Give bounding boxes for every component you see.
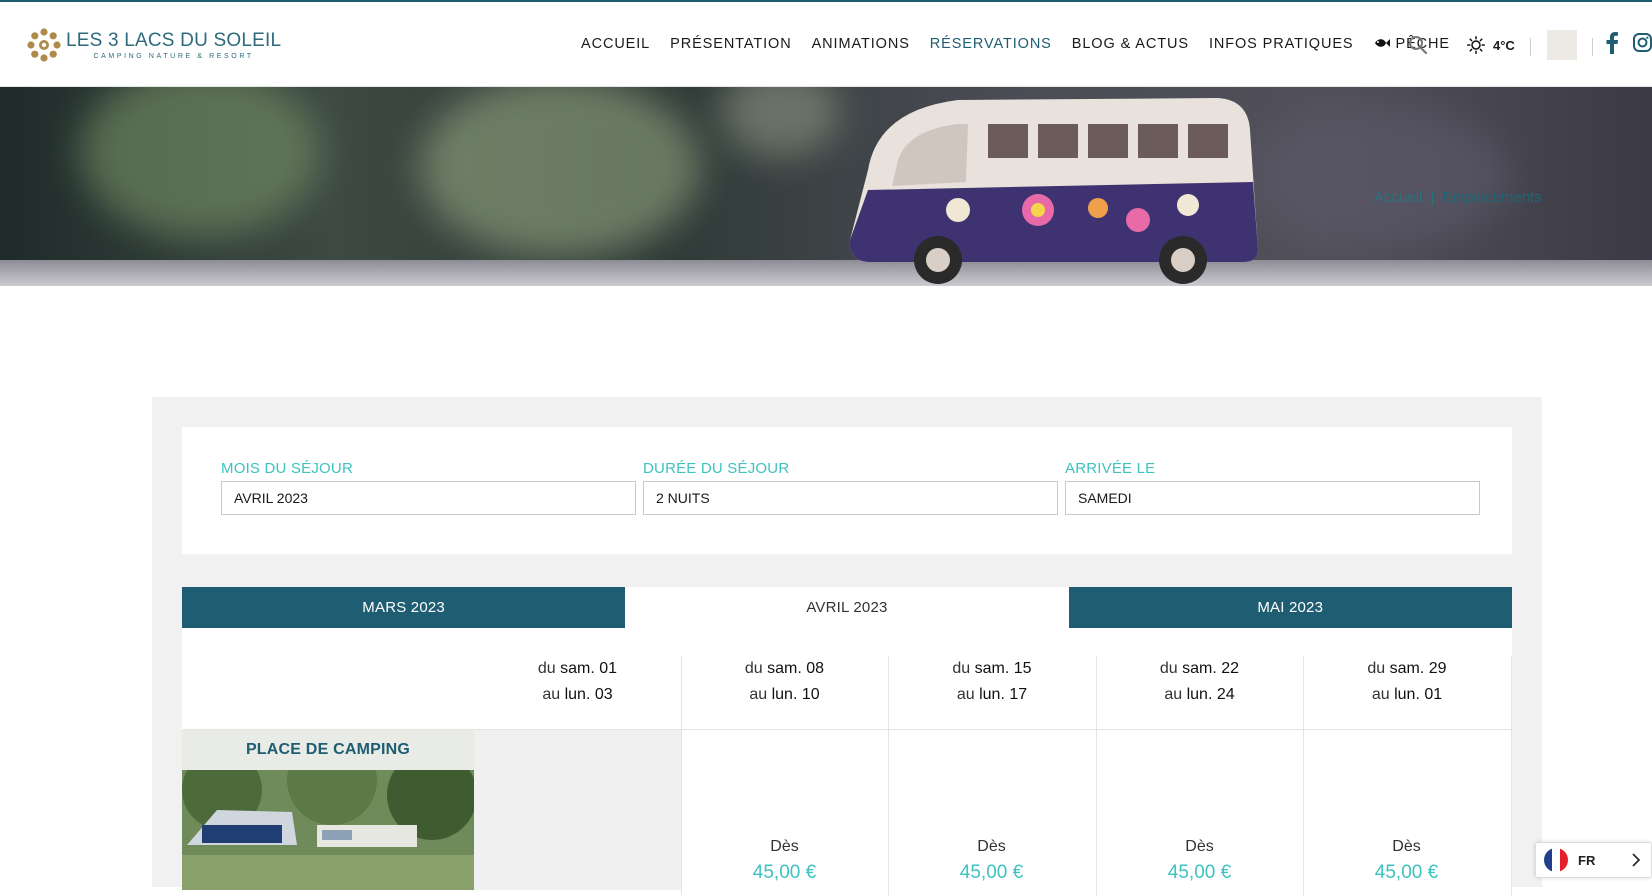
logo-subtitle: CAMPING NATURE & RESORT — [93, 53, 254, 60]
breadcrumb-separator: | — [1430, 189, 1435, 206]
filter-arrival-label: ARRIVÉE LE — [1065, 460, 1156, 477]
price-from-label: Dès — [1185, 838, 1214, 855]
sun-logo-icon — [27, 28, 61, 62]
tab-mars-2023[interactable]: MARS 2023 — [182, 587, 626, 628]
price-cell[interactable]: Dès 45,00 € — [1303, 838, 1510, 884]
month-tabs: MARS 2023 AVRIL 2023 MAI 2023 — [182, 587, 1512, 628]
facebook-icon[interactable] — [1605, 32, 1619, 54]
hero-bokeh — [420, 87, 700, 257]
weather-temperature: 4°C — [1493, 37, 1515, 53]
price-amount: 45,00 € — [1374, 862, 1439, 883]
period-header: du sam. 22 au lun. 24 — [1159, 660, 1240, 703]
filter-month: MOIS DU SÉJOUR AVRIL 2023 — [221, 460, 636, 515]
tab-avril-2023[interactable]: AVRIL 2023 — [625, 587, 1069, 628]
price-amount: 45,00 € — [1167, 862, 1232, 883]
hero-bokeh — [720, 87, 840, 157]
price-amount: 45,00 € — [959, 862, 1024, 883]
grid-divider — [1511, 656, 1512, 896]
weather-widget: 4°C — [1467, 36, 1515, 54]
price-from-label: Dès — [1392, 838, 1421, 855]
filter-month-label: MOIS DU SÉJOUR — [221, 460, 353, 477]
booking-panel: MOIS DU SÉJOUR AVRIL 2023 DURÉE DU SÉJOU… — [152, 397, 1542, 896]
main-nav: ACCUEIL PRÉSENTATION ANIMATIONS RÉSERVAT… — [581, 36, 1470, 52]
breadcrumb-current: Emplacements — [1442, 189, 1542, 206]
search-icon[interactable] — [1408, 35, 1428, 55]
period-header: du sam. 15 au lun. 17 — [952, 660, 1032, 703]
nav-item-blog[interactable]: BLOG & ACTUS — [1072, 36, 1189, 52]
period-header: du sam. 08 au lun. 10 — [744, 660, 825, 703]
price-cell[interactable]: Dès 45,00 € — [888, 838, 1095, 884]
filter-duration-label: DURÉE DU SÉJOUR — [643, 460, 790, 477]
language-switcher[interactable]: FR — [1535, 842, 1652, 878]
site-header: LES 3 LACS DU SOLEIL CAMPING NATURE & RE… — [0, 2, 1652, 87]
france-flag-icon — [1544, 848, 1568, 872]
filter-duration: DURÉE DU SÉJOUR 2 NUITS — [643, 460, 1058, 515]
duration-select[interactable]: 2 NUITS — [643, 481, 1058, 515]
instagram-icon[interactable] — [1633, 33, 1652, 52]
nav-item-animations[interactable]: ANIMATIONS — [812, 36, 910, 52]
price-from-label: Dès — [770, 838, 799, 855]
hero-floor — [0, 260, 1652, 286]
language-code: FR — [1578, 852, 1596, 868]
header-divider — [1592, 38, 1593, 56]
tab-mai-2023[interactable]: MAI 2023 — [1068, 587, 1512, 628]
hero-bokeh — [1250, 107, 1510, 247]
hero-banner: Accueil | Emplacements — [0, 87, 1652, 286]
header-divider — [1530, 38, 1531, 56]
language-selector-box[interactable] — [1547, 30, 1577, 60]
price-cell[interactable]: Dès 45,00 € — [1096, 838, 1303, 884]
filter-arrival: ARRIVÉE LE SAMEDI — [1065, 460, 1480, 515]
availability-grid: du sam. 01 au lun. 03 du sam. 08 au lun.… — [182, 628, 1512, 896]
hero-bokeh — [80, 87, 320, 237]
product-card[interactable]: PLACE DE CAMPING — [182, 730, 474, 890]
breadcrumb: Accueil | Emplacements — [1374, 189, 1542, 206]
nav-item-infos-pratiques[interactable]: INFOS PRATIQUES — [1209, 36, 1354, 52]
price-from-label: Dès — [977, 838, 1006, 855]
period-header: du sam. 29 au lun. 01 — [1367, 660, 1447, 703]
nav-item-presentation[interactable]: PRÉSENTATION — [670, 36, 791, 52]
nav-item-reservations[interactable]: RÉSERVATIONS — [930, 36, 1052, 52]
arrival-select[interactable]: SAMEDI — [1065, 481, 1480, 515]
price-cell[interactable]: Dès 45,00 € — [681, 838, 888, 884]
breadcrumb-home-link[interactable]: Accueil — [1374, 189, 1422, 206]
price-amount: 45,00 € — [752, 862, 817, 883]
product-title: PLACE DE CAMPING — [182, 730, 474, 770]
camping-place-photo — [182, 770, 474, 890]
unavailable-cell — [474, 730, 681, 890]
chevron-right-icon — [1632, 853, 1641, 867]
site-logo[interactable]: LES 3 LACS DU SOLEIL CAMPING NATURE & RE… — [26, 27, 281, 63]
period-header: du sam. 01 au lun. 03 — [537, 660, 618, 703]
search-filters: MOIS DU SÉJOUR AVRIL 2023 DURÉE DU SÉJOU… — [182, 427, 1512, 554]
fish-icon — [1374, 39, 1390, 47]
month-select[interactable]: AVRIL 2023 — [221, 481, 636, 515]
sun-icon — [1467, 36, 1485, 54]
toy-van-image — [849, 98, 1258, 284]
logo-title: LES 3 LACS DU SOLEIL — [66, 30, 282, 51]
nav-item-accueil[interactable]: ACCUEIL — [581, 36, 650, 52]
